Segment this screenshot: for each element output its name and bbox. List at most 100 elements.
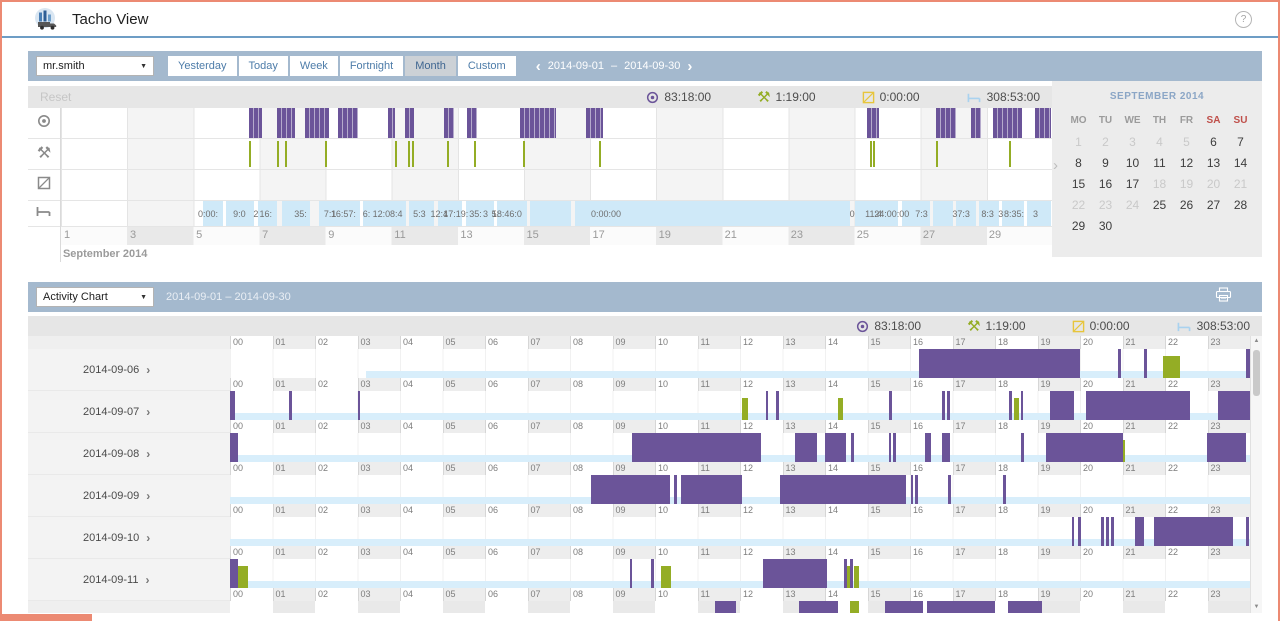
hour-axis-label: 18: [995, 504, 1038, 517]
prev-range-icon[interactable]: ‹: [536, 59, 541, 74]
activity-row-label[interactable]: 2014-09-07›: [28, 391, 230, 433]
hour-axis-label: 16: [910, 378, 953, 391]
activity-row-label[interactable]: 2014-09-08›: [28, 433, 230, 475]
drive-bar: [825, 433, 846, 462]
calendar-day[interactable]: 15: [1065, 177, 1092, 191]
stat-value: 308:53:00: [1197, 319, 1250, 333]
help-icon[interactable]: ?: [1235, 11, 1252, 28]
rest-time-label: 8:35:: [1004, 209, 1024, 219]
hour-axis-label: 02: [315, 588, 358, 601]
range-start-date: 2014-09-01: [548, 60, 604, 72]
hour-axis-label: 02: [315, 462, 358, 475]
calendar-day[interactable]: 25: [1146, 198, 1173, 212]
range-button-yesterday[interactable]: Yesterday: [168, 56, 237, 76]
calendar-day[interactable]: 11: [1146, 156, 1173, 170]
hour-axis-label: 14: [825, 336, 868, 349]
range-button-custom[interactable]: Custom: [458, 56, 516, 76]
range-button-month[interactable]: Month: [405, 56, 456, 76]
calendar-day[interactable]: 6: [1200, 135, 1227, 149]
calendar-day[interactable]: 8: [1065, 156, 1092, 170]
drive-bar: [993, 108, 1023, 138]
app-header: Tacho View ?: [2, 2, 1278, 38]
hour-axis-label: 12: [740, 546, 783, 559]
calendar-day[interactable]: 2: [1092, 135, 1119, 149]
calendar-day[interactable]: 1: [1065, 135, 1092, 149]
range-button-week[interactable]: Week: [290, 56, 338, 76]
work-bar: [447, 141, 449, 167]
hour-axis-label: 03: [358, 336, 401, 349]
calendar-day[interactable]: 16: [1092, 177, 1119, 191]
calendar-day[interactable]: 19: [1173, 177, 1200, 191]
hour-axis-label: 00: [230, 420, 273, 433]
hour-axis-label: 16: [910, 546, 953, 559]
print-icon[interactable]: [1215, 287, 1232, 308]
calendar-day[interactable]: 22: [1065, 198, 1092, 212]
activity-row-label[interactable]: 2014-09-11›: [28, 559, 230, 601]
chart-type-select[interactable]: Activity Chart ▼: [36, 287, 154, 307]
drive-bar: [942, 391, 945, 420]
stat-work: ⚒1:19:00: [757, 90, 816, 105]
activity-timeline: [230, 349, 1250, 378]
calendar-day[interactable]: 27: [1200, 198, 1227, 212]
hour-axis-label: 22: [1165, 462, 1208, 475]
calendar-day[interactable]: 10: [1119, 156, 1146, 170]
work-bar: [285, 141, 287, 167]
calendar-day[interactable]: 13: [1200, 156, 1227, 170]
page: Tacho View ? mr.smith ▼ YesterdayTodayWe…: [0, 0, 1280, 621]
calendar-day[interactable]: 30: [1092, 219, 1119, 233]
calendar-day[interactable]: 18: [1146, 177, 1173, 191]
calendar-day[interactable]: 29: [1065, 219, 1092, 233]
hour-axis-label: 20: [1080, 588, 1123, 601]
range-button-today[interactable]: Today: [239, 56, 288, 76]
range-button-fortnight[interactable]: Fortnight: [340, 56, 403, 76]
work-bar: [873, 141, 875, 167]
activity-row-label[interactable]: 2014-09-10›: [28, 517, 230, 559]
drive-bar: [942, 433, 950, 462]
calendar-day[interactable]: 7: [1227, 135, 1254, 149]
calendar-collapse-icon[interactable]: ›: [1053, 157, 1058, 174]
activity-row: 2014-09-09›00010203040506070809101112131…: [28, 475, 1250, 517]
calendar-day[interactable]: 9: [1092, 156, 1119, 170]
month-rest-row: 0:00:9:0216:35:7:116:57:6:12:08:45:312:4…: [61, 201, 1052, 227]
calendar-day[interactable]: 3: [1119, 135, 1146, 149]
scrollbar-thumb[interactable]: [1253, 350, 1260, 396]
scroll-down-icon[interactable]: ▼: [1251, 604, 1262, 610]
drive-bar: [1118, 349, 1121, 378]
calendar-day[interactable]: 21: [1227, 177, 1254, 191]
reset-button[interactable]: Reset: [40, 90, 71, 104]
hour-axis-label: 01: [273, 420, 316, 433]
driver-select[interactable]: mr.smith ▼: [36, 56, 154, 76]
drive-bar: [1154, 517, 1233, 546]
calendar-day[interactable]: 17: [1119, 177, 1146, 191]
drive-bar: [1008, 601, 1042, 613]
calendar-day[interactable]: 12: [1173, 156, 1200, 170]
calendar-day[interactable]: 28: [1227, 198, 1254, 212]
calendar-day[interactable]: 24: [1119, 198, 1146, 212]
scroll-up-icon[interactable]: ▲: [1251, 338, 1262, 344]
rest-time-label: 7:3: [915, 209, 928, 219]
vertical-scrollbar[interactable]: ▲ ▼: [1250, 336, 1262, 613]
calendar-day[interactable]: 23: [1092, 198, 1119, 212]
hour-axis-label: 03: [358, 504, 401, 517]
calendar-day[interactable]: 26: [1173, 198, 1200, 212]
activity-row-label[interactable]: 2014-09-09›: [28, 475, 230, 517]
calendar-day[interactable]: 14: [1227, 156, 1254, 170]
hour-axis-label: 04: [400, 336, 443, 349]
calendar-day[interactable]: 5: [1173, 135, 1200, 149]
hour-axis-label: 11: [698, 546, 741, 559]
hour-axis-label: 05: [443, 546, 486, 559]
activity-row-date: 2014-09-09: [83, 490, 139, 502]
hour-axis-label: 23: [1208, 546, 1251, 559]
activity-row-label[interactable]: 2014-09-06›: [28, 349, 230, 391]
hour-axis-label: 11: [698, 588, 741, 601]
rest-time-label: 16:57:: [331, 209, 356, 219]
next-range-icon[interactable]: ›: [687, 59, 692, 74]
hour-axis-label: 09: [613, 546, 656, 559]
drive-bar: [889, 433, 892, 462]
activity-row: 2014-09-11›00010203040506070809101112131…: [28, 559, 1250, 601]
drive-bar: [230, 433, 238, 462]
calendar-day[interactable]: 20: [1200, 177, 1227, 191]
hour-axis-label: 09: [613, 462, 656, 475]
calendar-day[interactable]: 4: [1146, 135, 1173, 149]
drive-bar: [763, 559, 827, 588]
